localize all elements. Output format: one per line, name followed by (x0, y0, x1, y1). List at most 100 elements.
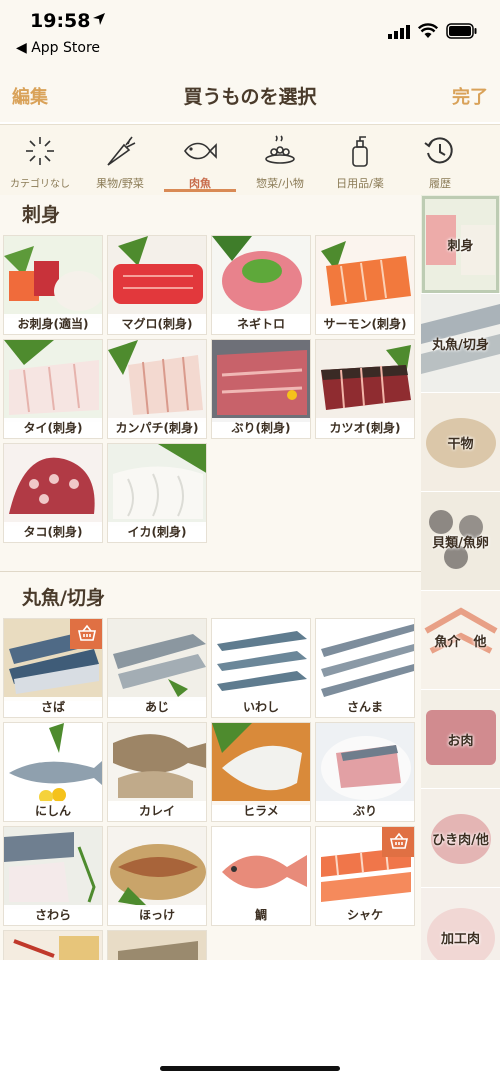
item-tile[interactable]: ぶり(刺身) (211, 339, 311, 439)
item-label: イカ(刺身) (108, 522, 206, 542)
home-indicator[interactable] (160, 1066, 340, 1071)
horse-mackerel-image (108, 619, 206, 701)
squid-sashimi-image (108, 444, 206, 526)
item-tile-partial[interactable] (107, 930, 207, 960)
back-to-app-store-link[interactable]: ◀ App Store (16, 40, 100, 56)
bottle-icon (352, 136, 368, 167)
item-tile-partial[interactable] (3, 930, 103, 960)
sidebar-item-dried-fish[interactable]: 干物 (421, 393, 500, 492)
tab-history[interactable]: 履歴 (400, 125, 480, 195)
page-title: 買うものを選択 (183, 86, 317, 108)
item-label: タコ(刺身) (4, 522, 102, 542)
item-grid: 刺身 お刺身(適当) マグロ(刺身) ネギトロ サーモン(刺身) タイ(刺身) … (0, 195, 421, 960)
item-tile[interactable]: ぶり (315, 722, 415, 822)
item-label: ほっけ (108, 905, 206, 925)
item-label: ネギトロ (212, 314, 310, 334)
item-label: ヒラメ (212, 801, 310, 821)
tab-deli-small[interactable]: 惣菜/小物 (240, 125, 320, 195)
sparkle-icon (26, 137, 54, 165)
fish-partial-image (108, 931, 206, 960)
item-tile[interactable]: サーモン(刺身) (315, 235, 415, 335)
item-tile[interactable]: にしん (3, 722, 103, 822)
item-tile[interactable]: さんま (315, 618, 415, 718)
tab-meat-fish[interactable]: 肉魚 (160, 125, 240, 195)
tab-daily-goods[interactable]: 日用品/薬 (320, 125, 400, 195)
fish-icon (184, 142, 217, 160)
sidebar-item-shellfish-roe[interactable]: 貝類/魚卵 (421, 492, 500, 591)
carrot-icon (107, 136, 136, 166)
item-tile[interactable]: いわし (211, 618, 311, 718)
yellowtail-fillet-image (316, 723, 414, 805)
basket-icon (390, 832, 408, 849)
section-divider (0, 547, 421, 572)
salmon-sashimi-image (316, 236, 414, 318)
item-tile[interactable]: あじ (107, 618, 207, 718)
sidebar-item-label: 魚介 他 (434, 634, 487, 650)
item-tile[interactable]: イカ(刺身) (107, 443, 207, 543)
status-bar: 19:58 ◀ App Store (0, 0, 500, 70)
tab-fruit-vegetable[interactable]: 果物/野菜 (80, 125, 160, 195)
item-tile[interactable]: お刺身(適当) (3, 235, 103, 335)
item-tile[interactable]: シャケ (315, 826, 415, 926)
sidebar-item-label: 丸魚/切身 (432, 337, 489, 353)
item-tile[interactable]: ほっけ (107, 826, 207, 926)
sidebar-item-ground-meat[interactable]: ひき肉/他 (421, 789, 500, 888)
battery-icon (446, 23, 477, 39)
item-tile[interactable]: カツオ(刺身) (315, 339, 415, 439)
item-label: さば (4, 697, 102, 717)
item-tile[interactable]: さば (3, 618, 103, 718)
sidebar-item-whole-fish[interactable]: 丸魚/切身 (421, 294, 500, 393)
bottom-safe-area (0, 960, 500, 1082)
item-tile[interactable]: タコ(刺身) (3, 443, 103, 543)
done-button[interactable]: 完了 (452, 83, 488, 109)
flounder-image (108, 723, 206, 805)
red-sea-bream-image (212, 827, 310, 909)
location-arrow-icon (93, 13, 105, 25)
spanish-mackerel-image (4, 827, 102, 909)
item-label: ぶり (316, 801, 414, 821)
item-tile[interactable]: ヒラメ (211, 722, 311, 822)
item-tile[interactable]: ネギトロ (211, 235, 311, 335)
halibut-image (212, 723, 310, 805)
fish-partial-image (4, 931, 102, 960)
sidebar-item-seafood-other[interactable]: 魚介 他 (421, 591, 500, 690)
tab-label: 惣菜/小物 (256, 177, 304, 190)
sidebar-item-sashimi[interactable]: 刺身 (421, 195, 500, 294)
sidebar-item-label: 刺身 (447, 238, 474, 254)
item-label: マグロ(刺身) (108, 314, 206, 334)
yellowtail-sashimi-image (212, 340, 310, 422)
saury-image (316, 619, 414, 701)
in-cart-badge (70, 619, 102, 649)
item-tile[interactable]: カレイ (107, 722, 207, 822)
item-label: タイ(刺身) (4, 418, 102, 438)
navigation-bar: 編集 買うものを選択 完了 (0, 70, 500, 122)
atka-mackerel-image (108, 827, 206, 909)
tab-label: 肉魚 (189, 177, 211, 190)
item-tile[interactable]: カンパチ(刺身) (107, 339, 207, 439)
status-time: 19:58 (30, 10, 91, 32)
item-label: ぶり(刺身) (212, 418, 310, 438)
item-tile[interactable]: さわら (3, 826, 103, 926)
tab-label: 果物/野菜 (96, 177, 144, 190)
item-tile[interactable]: タイ(刺身) (3, 339, 103, 439)
sidebar-item-meat[interactable]: お肉 (421, 690, 500, 789)
tab-no-category[interactable]: カテゴリなし (0, 125, 80, 195)
tuna-sashimi-image (108, 236, 206, 318)
amberjack-sashimi-image (108, 340, 206, 422)
section-title-sashimi: 刺身 (22, 204, 61, 226)
item-label: お刺身(適当) (4, 314, 102, 334)
sidebar-item-label: ひき肉/他 (432, 832, 489, 848)
item-tile[interactable]: 鯛 (211, 826, 311, 926)
item-tile[interactable]: マグロ(刺身) (107, 235, 207, 335)
sidebar-item-processed-meat[interactable]: 加工肉 (421, 888, 500, 960)
tab-label: カテゴリなし (10, 179, 70, 190)
item-label: さわら (4, 905, 102, 925)
sashimi-assorted-image (4, 236, 102, 318)
whole-fish-grid: さば あじ いわし さんま にしん カレイ ヒラメ ぶり さわら ほっけ 鯛 シ… (0, 618, 421, 960)
sea-bream-sashimi-image (4, 340, 102, 422)
tab-label: 日用品/薬 (336, 177, 384, 190)
item-label: カツオ(刺身) (316, 418, 414, 438)
sidebar-item-label: 干物 (447, 436, 474, 452)
item-label: さんま (316, 697, 414, 717)
sidebar-item-label: 加工肉 (440, 931, 480, 947)
